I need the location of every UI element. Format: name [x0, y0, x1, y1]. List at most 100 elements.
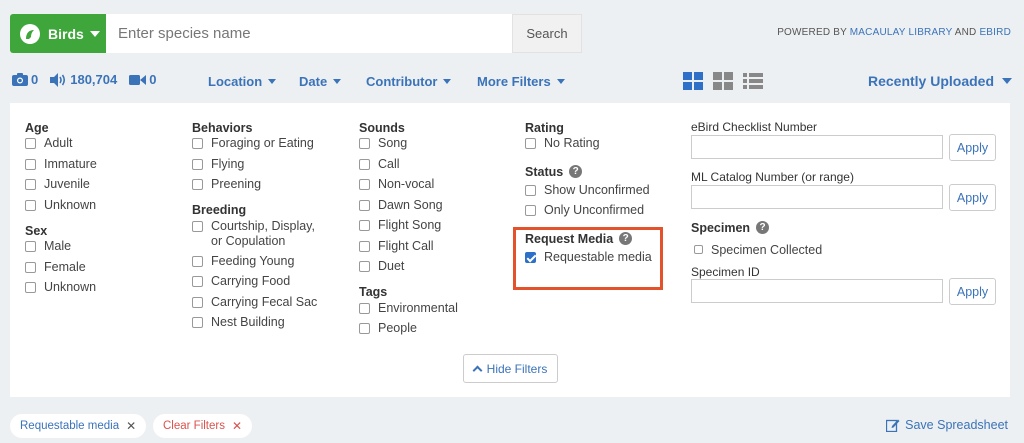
checkbox[interactable] — [25, 158, 36, 170]
large-grid-view-icon[interactable] — [683, 72, 703, 90]
sex-female-option[interactable]: Female — [25, 260, 97, 281]
close-icon[interactable]: ✕ — [232, 419, 242, 433]
tag-people-option[interactable]: People — [359, 321, 458, 342]
checklist-number-label: eBird Checklist Number — [691, 120, 818, 134]
checkbox[interactable] — [359, 220, 370, 231]
taxon-group-label: Birds — [48, 25, 84, 42]
taxon-group-dropdown[interactable]: Birds — [10, 14, 106, 53]
breeding-feeding-young-option[interactable]: Feeding Young — [192, 254, 317, 275]
age-adult-option[interactable]: Adult — [25, 136, 97, 157]
checkbox[interactable] — [25, 241, 36, 252]
sound-flight-call-option[interactable]: Flight Call — [359, 239, 458, 260]
apply-catalog-button[interactable]: Apply — [949, 184, 996, 211]
checkbox[interactable] — [359, 302, 370, 314]
species-search-input[interactable] — [106, 14, 512, 53]
checkbox[interactable] — [192, 220, 203, 232]
list-view-icon[interactable] — [743, 72, 763, 90]
checkbox[interactable] — [359, 261, 370, 272]
close-icon[interactable]: ✕ — [126, 419, 136, 433]
catalog-number-input[interactable] — [691, 185, 943, 209]
help-icon[interactable]: ? — [569, 165, 583, 178]
checkbox[interactable] — [192, 317, 203, 328]
age-heading: Age — [25, 120, 49, 135]
sound-nonvocal-option[interactable]: Non-vocal — [359, 177, 458, 198]
active-filter-chip[interactable]: Requestable media ✕ — [10, 414, 147, 438]
sex-unknown-option[interactable]: Unknown — [25, 280, 97, 301]
status-heading: Status? — [525, 161, 652, 183]
sex-male-option[interactable]: Male — [25, 239, 97, 260]
specimen-id-input[interactable] — [691, 279, 943, 303]
sex-heading: Sex — [25, 223, 48, 238]
checkbox[interactable] — [525, 205, 536, 216]
checkbox[interactable] — [525, 184, 536, 196]
chevron-down-icon — [268, 79, 277, 84]
checkbox[interactable] — [25, 282, 36, 293]
checkbox[interactable] — [25, 199, 36, 211]
age-unknown-option[interactable]: Unknown — [25, 198, 97, 219]
hide-filters-button[interactable]: Hide Filters — [463, 354, 558, 383]
checkbox[interactable] — [192, 276, 203, 287]
sort-dropdown[interactable]: Recently Uploaded — [868, 73, 1012, 89]
checkbox[interactable] — [192, 158, 203, 170]
ebird-link[interactable]: EBIRD — [979, 27, 1011, 38]
search-button[interactable]: Search — [512, 14, 582, 53]
contributor-dropdown[interactable]: Contributor — [366, 74, 452, 89]
behavior-preening-option[interactable]: Preening — [192, 177, 317, 198]
checkbox[interactable] — [25, 138, 36, 149]
location-dropdown[interactable]: Location — [208, 74, 277, 89]
photo-count[interactable]: 0 — [12, 72, 38, 87]
help-icon[interactable]: ? — [756, 221, 770, 234]
catalog-number-label: ML Catalog Number (or range) — [691, 170, 854, 184]
checkbox[interactable] — [192, 255, 203, 267]
status-only-unconfirmed-option[interactable]: Only Unconfirmed — [525, 203, 652, 224]
behavior-foraging-option[interactable]: Foraging or Eating — [192, 136, 317, 157]
sound-duet-option[interactable]: Duet — [359, 259, 458, 280]
macaulay-library-link[interactable]: MACAULAY LIBRARY — [850, 27, 953, 38]
checkbox[interactable] — [694, 245, 703, 254]
specimen-heading: Specimen? — [691, 219, 770, 236]
age-juvenile-option[interactable]: Juvenile — [25, 177, 97, 198]
clear-filters-chip[interactable]: Clear Filters ✕ — [153, 414, 253, 438]
checkbox[interactable] — [359, 240, 370, 252]
video-count[interactable]: 0 — [129, 72, 156, 87]
apply-checklist-button[interactable]: Apply — [949, 134, 996, 161]
rating-none-option[interactable]: No Rating — [525, 136, 652, 157]
tag-environmental-option[interactable]: Environmental — [359, 301, 458, 322]
checkbox[interactable] — [359, 158, 370, 170]
checkbox[interactable] — [525, 138, 536, 149]
checkbox[interactable] — [192, 179, 203, 190]
chevron-down-icon — [1002, 78, 1012, 84]
breeding-fecal-sac-option[interactable]: Carrying Fecal Sac — [192, 295, 317, 316]
save-spreadsheet-link[interactable]: Save Spreadsheet — [886, 418, 1008, 432]
audio-count[interactable]: 180,704 — [50, 72, 117, 87]
age-immature-option[interactable]: Immature — [25, 157, 97, 178]
checklist-number-input[interactable] — [691, 135, 943, 159]
sound-call-option[interactable]: Call — [359, 157, 458, 178]
more-filters-dropdown[interactable]: More Filters — [477, 74, 565, 89]
sound-flight-song-option[interactable]: Flight Song — [359, 218, 458, 239]
apply-specimen-button[interactable]: Apply — [949, 278, 996, 305]
sound-dawn-song-option[interactable]: Dawn Song — [359, 198, 458, 219]
checkbox[interactable] — [25, 179, 36, 190]
checkbox[interactable] — [359, 179, 370, 190]
small-grid-view-icon[interactable] — [713, 72, 733, 90]
breeding-nest-building-option[interactable]: Nest Building — [192, 315, 317, 336]
status-show-unconfirmed-option[interactable]: Show Unconfirmed — [525, 183, 652, 204]
checkbox[interactable] — [192, 296, 203, 308]
sounds-heading: Sounds — [359, 120, 405, 135]
behavior-flying-option[interactable]: Flying — [192, 157, 317, 178]
checkbox[interactable] — [25, 261, 36, 273]
date-dropdown[interactable]: Date — [299, 74, 342, 89]
checkbox[interactable] — [359, 323, 370, 334]
camera-icon — [12, 73, 28, 86]
specimen-collected-option[interactable]: Specimen Collected — [694, 243, 822, 264]
sound-song-option[interactable]: Song — [359, 136, 458, 157]
checkbox[interactable] — [192, 138, 203, 149]
powered-by: POWERED BY MACAULAY LIBRARY AND EBIRD — [777, 27, 1011, 38]
filter-panel: Age Adult Immature Juvenile Unknown Sex … — [10, 103, 1010, 397]
checkbox[interactable] — [359, 138, 370, 149]
breeding-carrying-food-option[interactable]: Carrying Food — [192, 274, 317, 295]
checkbox[interactable] — [359, 199, 370, 211]
breeding-courtship-option[interactable]: Courtship, Display, or Copulation — [192, 219, 317, 254]
breeding-heading: Breeding — [192, 203, 247, 217]
